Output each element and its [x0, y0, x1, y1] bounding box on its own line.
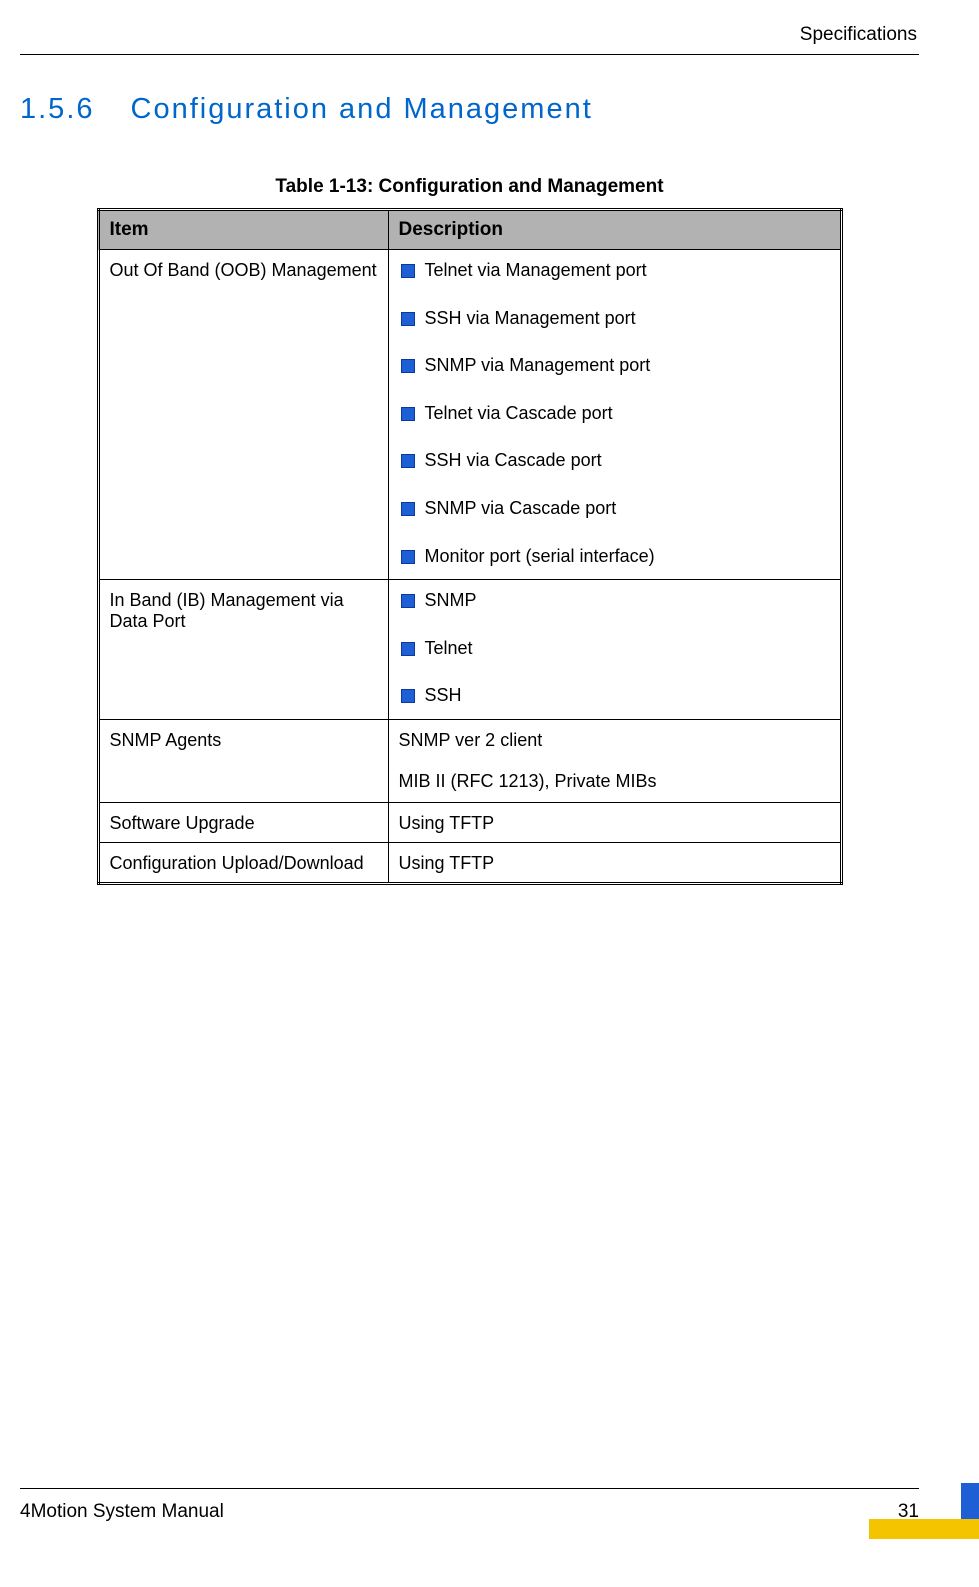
header-category: Specifications	[20, 24, 919, 46]
page-footer: 4Motion System Manual 31	[20, 1488, 919, 1523]
cell-item: In Band (IB) Management via Data Port	[98, 580, 388, 720]
description-lines: SNMP ver 2 client MIB II (RFC 1213), Priv…	[399, 730, 830, 792]
table-row: In Band (IB) Management via Data PortSNM…	[98, 580, 841, 720]
list-item: Monitor port (serial interface)	[399, 546, 830, 568]
table-caption: Table 1-13: Configuration and Management	[20, 176, 919, 198]
list-item: SSH	[399, 685, 830, 707]
cell-item: Configuration Upload/Download	[98, 842, 388, 883]
description-line: SNMP ver 2 client	[399, 730, 830, 751]
header-rule	[20, 54, 919, 55]
col-header-description: Description	[388, 210, 841, 250]
description-line: MIB II (RFC 1213), Private MIBs	[399, 771, 830, 792]
list-item: SNMP via Cascade port	[399, 498, 830, 520]
list-item: SSH via Cascade port	[399, 450, 830, 472]
cell-description: Using TFTP	[388, 842, 841, 883]
bullet-list: Telnet via Management port SSH via Manage…	[399, 260, 830, 567]
footer-manual-title: 4Motion System Manual	[20, 1501, 224, 1523]
list-item: Telnet via Management port	[399, 260, 830, 282]
cell-description: Telnet via Management port SSH via Manage…	[388, 250, 841, 580]
corner-yellow-block	[869, 1519, 979, 1539]
section-title: Configuration and Management	[131, 93, 593, 125]
corner-blue-block	[961, 1483, 979, 1519]
list-item: SSH via Management port	[399, 308, 830, 330]
section-heading: 1.5.6 Configuration and Management	[20, 93, 919, 126]
list-item: SNMP via Management port	[399, 355, 830, 377]
corner-decoration	[869, 1483, 979, 1539]
spec-table: Item Description Out Of Band (OOB) Manag…	[97, 208, 843, 885]
cell-description: Using TFTP	[388, 802, 841, 842]
section-number: 1.5.6	[20, 93, 95, 126]
cell-description: SNMP ver 2 client MIB II (RFC 1213), Priv…	[388, 719, 841, 802]
bullet-list: SNMP Telnet SSH	[399, 590, 830, 707]
col-header-item: Item	[98, 210, 388, 250]
cell-item: SNMP Agents	[98, 719, 388, 802]
list-item: Telnet	[399, 638, 830, 660]
footer-rule	[20, 1488, 919, 1489]
list-item: Telnet via Cascade port	[399, 403, 830, 425]
cell-description: SNMP Telnet SSH	[388, 580, 841, 720]
table-row: Out Of Band (OOB) ManagementTelnet via M…	[98, 250, 841, 580]
table-row: Software UpgradeUsing TFTP	[98, 802, 841, 842]
table-row: SNMP Agents SNMP ver 2 client MIB II (RFC …	[98, 719, 841, 802]
cell-item: Out Of Band (OOB) Management	[98, 250, 388, 580]
table-row: Configuration Upload/DownloadUsing TFTP	[98, 842, 841, 883]
list-item: SNMP	[399, 590, 830, 612]
cell-item: Software Upgrade	[98, 802, 388, 842]
